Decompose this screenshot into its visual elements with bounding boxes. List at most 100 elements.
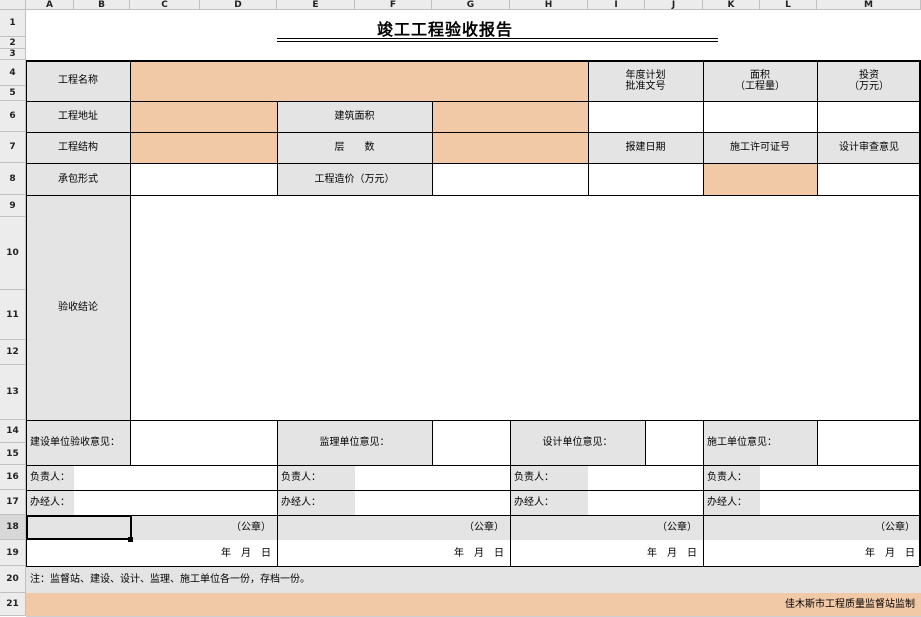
row-header-6[interactable]: 6 xyxy=(0,101,26,132)
row-header-12[interactable]: 12 xyxy=(0,340,26,365)
label-owner-opinion: 建设单位验收意见： xyxy=(26,420,130,465)
title-underline-bottom xyxy=(277,41,718,42)
row-header-4[interactable]: 4 xyxy=(0,60,26,86)
label-supervision-opinion: 监理单位意见： xyxy=(277,420,432,465)
row-header-5[interactable]: 5 xyxy=(0,86,26,101)
column-header-k[interactable]: K xyxy=(703,0,760,10)
label-acceptance-conclusion: 验收结论 xyxy=(26,195,130,420)
row-header-1[interactable]: 1 xyxy=(0,10,26,37)
row-header-15[interactable]: 15 xyxy=(0,443,26,465)
border-v xyxy=(588,60,589,195)
label-construction-permit: 施工许可证号 xyxy=(703,132,817,163)
input-supervision-opinion[interactable] xyxy=(432,420,510,465)
border-h xyxy=(26,420,919,421)
label-floors: 层 数 xyxy=(277,132,432,163)
border-top xyxy=(26,60,919,62)
column-header-m[interactable]: M xyxy=(817,0,921,10)
border-v xyxy=(703,420,704,566)
input-design-handler[interactable] xyxy=(588,490,703,515)
row-header-11[interactable]: 11 xyxy=(0,290,26,340)
row-header-18[interactable]: 18 xyxy=(0,515,26,540)
label-project-address: 工程地址 xyxy=(26,101,130,132)
border-v xyxy=(130,420,131,465)
label-annual-plan: 年度计划 批准文号 xyxy=(588,60,703,101)
border-h xyxy=(26,101,919,102)
select-all-corner[interactable] xyxy=(0,0,26,10)
label-owner-handler: 办经人： xyxy=(26,490,74,515)
title-underline-top xyxy=(277,38,718,39)
border-v xyxy=(817,60,818,195)
input-contract-form[interactable] xyxy=(130,163,277,195)
border-v xyxy=(130,60,131,195)
input-project-address[interactable] xyxy=(130,101,277,132)
row-header-17[interactable]: 17 xyxy=(0,490,26,515)
active-cell-selection[interactable] xyxy=(26,515,132,540)
input-supervision-person-in-charge[interactable] xyxy=(355,465,510,490)
label-owner-person-in-charge: 负责人： xyxy=(26,465,74,490)
column-header-e[interactable]: E xyxy=(277,0,355,10)
column-header-j[interactable]: J xyxy=(645,0,703,10)
input-owner-handler[interactable] xyxy=(74,490,277,515)
input-acceptance-conclusion[interactable] xyxy=(130,195,921,420)
row-header-7[interactable]: 7 xyxy=(0,132,26,163)
design-seal: （公章） xyxy=(510,515,703,540)
input-floors[interactable] xyxy=(432,132,588,163)
input-owner-opinion[interactable] xyxy=(130,420,277,465)
column-header-g[interactable]: G xyxy=(432,0,510,10)
input-investment[interactable] xyxy=(817,101,921,132)
row-header-9[interactable]: 9 xyxy=(0,195,26,217)
row-header-13[interactable]: 13 xyxy=(0,365,26,420)
column-header-c[interactable]: C xyxy=(130,0,200,10)
label-investment: 投资 （万元） xyxy=(817,60,921,101)
border-v xyxy=(277,420,278,566)
input-project-structure[interactable] xyxy=(130,132,277,163)
input-design-opinion[interactable] xyxy=(645,420,703,465)
border-v xyxy=(703,60,704,195)
label-design-review: 设计审查意见 xyxy=(817,132,921,163)
supervision-seal: （公章） xyxy=(277,515,510,540)
input-contractor-opinion[interactable] xyxy=(817,420,921,465)
row-header-21[interactable]: 21 xyxy=(0,593,26,616)
row-header-10[interactable]: 10 xyxy=(0,217,26,290)
label-project-name: 工程名称 xyxy=(26,60,130,101)
input-project-name[interactable] xyxy=(130,60,588,101)
row-header-8[interactable]: 8 xyxy=(0,163,26,195)
label-report-date: 报建日期 xyxy=(588,132,703,163)
input-contractor-person-in-charge[interactable] xyxy=(760,465,921,490)
row-header-3[interactable]: 3 xyxy=(0,49,26,60)
input-project-cost[interactable] xyxy=(432,163,588,195)
column-header-f[interactable]: F xyxy=(355,0,432,10)
spreadsheet: A B C D E F G H I J K L M 1 2 3 4 5 6 7 8 9 10 11 12 13 14 15 16 17 18… xyxy=(0,0,921,617)
input-design-person-in-charge[interactable] xyxy=(588,465,703,490)
input-building-area[interactable] xyxy=(432,101,588,132)
row-header-19[interactable]: 19 xyxy=(0,540,26,566)
border-h xyxy=(26,490,919,491)
input-contractor-handler[interactable] xyxy=(760,490,921,515)
input-area[interactable] xyxy=(703,101,817,132)
input-owner-person-in-charge[interactable] xyxy=(74,465,277,490)
report-title: 竣工工程验收报告 xyxy=(376,20,513,39)
column-header-b[interactable]: B xyxy=(74,0,130,10)
supervision-date: 年 月 日 xyxy=(277,540,510,566)
input-construction-permit[interactable] xyxy=(703,163,817,195)
input-supervision-handler[interactable] xyxy=(355,490,510,515)
row-header-14[interactable]: 14 xyxy=(0,420,26,443)
input-design-review[interactable] xyxy=(817,163,921,195)
border-h xyxy=(26,163,919,164)
footer: 佳木斯市工程质量监督站监制 xyxy=(26,593,921,616)
column-header-d[interactable]: D xyxy=(200,0,277,10)
column-header-h[interactable]: H xyxy=(510,0,588,10)
label-supervision-person-in-charge: 负责人： xyxy=(277,465,355,490)
fill-handle[interactable] xyxy=(128,537,133,542)
column-header-a[interactable]: A xyxy=(26,0,74,10)
row-header-20[interactable]: 20 xyxy=(0,566,26,593)
label-design-handler: 办经人： xyxy=(510,490,588,515)
input-annual-plan[interactable] xyxy=(588,101,703,132)
column-header-i[interactable]: I xyxy=(588,0,645,10)
row-header-16[interactable]: 16 xyxy=(0,465,26,490)
input-report-date[interactable] xyxy=(588,163,703,195)
label-design-person-in-charge: 负责人： xyxy=(510,465,588,490)
row-header-2[interactable]: 2 xyxy=(0,37,26,49)
contractor-seal: （公章） xyxy=(703,515,921,540)
column-header-l[interactable]: L xyxy=(760,0,817,10)
